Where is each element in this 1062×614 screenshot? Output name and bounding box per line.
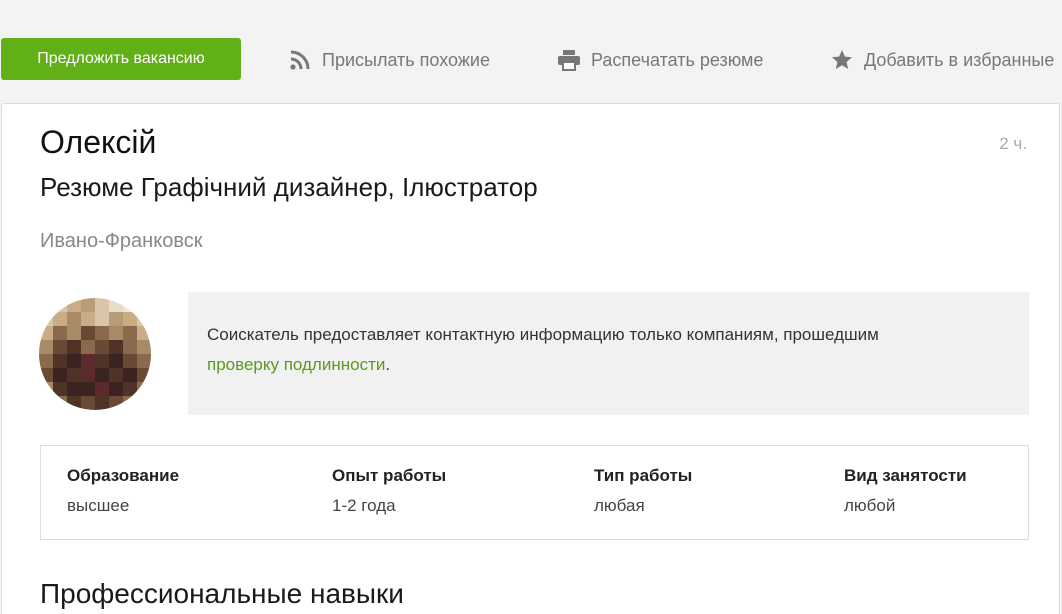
star-icon	[830, 48, 854, 72]
experience-block: Опыт работы 1-2 года	[332, 466, 446, 516]
add-favorite-label: Добавить в избранные	[864, 49, 1055, 70]
resume-title: Резюме Графічний дизайнер, Ілюстратор	[40, 172, 538, 202]
employment-label: Вид занятости	[844, 466, 967, 485]
print-resume-label: Распечатать резюме	[591, 49, 764, 70]
notice-suffix: .	[385, 355, 391, 374]
send-similar-label: Присылать похожие	[322, 49, 490, 70]
print-resume-link[interactable]: Распечатать резюме	[557, 46, 763, 74]
candidate-city: Ивано-Франковск	[40, 230, 203, 252]
employment-block: Вид занятости любой	[844, 466, 967, 516]
candidate-name: Олексій	[40, 124, 157, 160]
offer-vacancy-button[interactable]: Предложить вакансию	[1, 38, 241, 80]
work-type-value: любая	[594, 496, 645, 515]
experience-value: 1-2 года	[332, 496, 396, 515]
notice-text: Соискатель предоставляет контактную инфо…	[207, 325, 879, 344]
posted-time: 2 ч.	[999, 134, 1027, 153]
avatar	[39, 298, 151, 410]
toolbar: Предложить вакансию Присылать похожие Ра…	[0, 0, 1062, 100]
contact-notice: Соискатель предоставляет контактную инфо…	[188, 292, 1029, 415]
send-similar-link[interactable]: Присылать похожие	[288, 46, 490, 74]
experience-label: Опыт работы	[332, 466, 447, 485]
printer-icon	[557, 48, 581, 72]
verification-link[interactable]: проверку подлинности	[207, 355, 385, 374]
education-label: Образование	[67, 466, 180, 485]
employment-value: любой	[844, 496, 896, 515]
skills-section-title: Профессиональные навыки	[40, 578, 404, 609]
education-block: Образование высшее	[67, 466, 179, 516]
resume-card: Олексій 2 ч. Резюме Графічний дизайнер, …	[1, 103, 1060, 614]
work-type-block: Тип работы любая	[594, 466, 692, 516]
education-value: высшее	[67, 496, 130, 515]
rss-icon	[288, 48, 312, 72]
add-favorite-link[interactable]: Добавить в избранные	[830, 46, 1054, 74]
work-type-label: Тип работы	[594, 466, 693, 485]
resume-summary: Образование высшее Опыт работы 1-2 года …	[40, 445, 1029, 540]
